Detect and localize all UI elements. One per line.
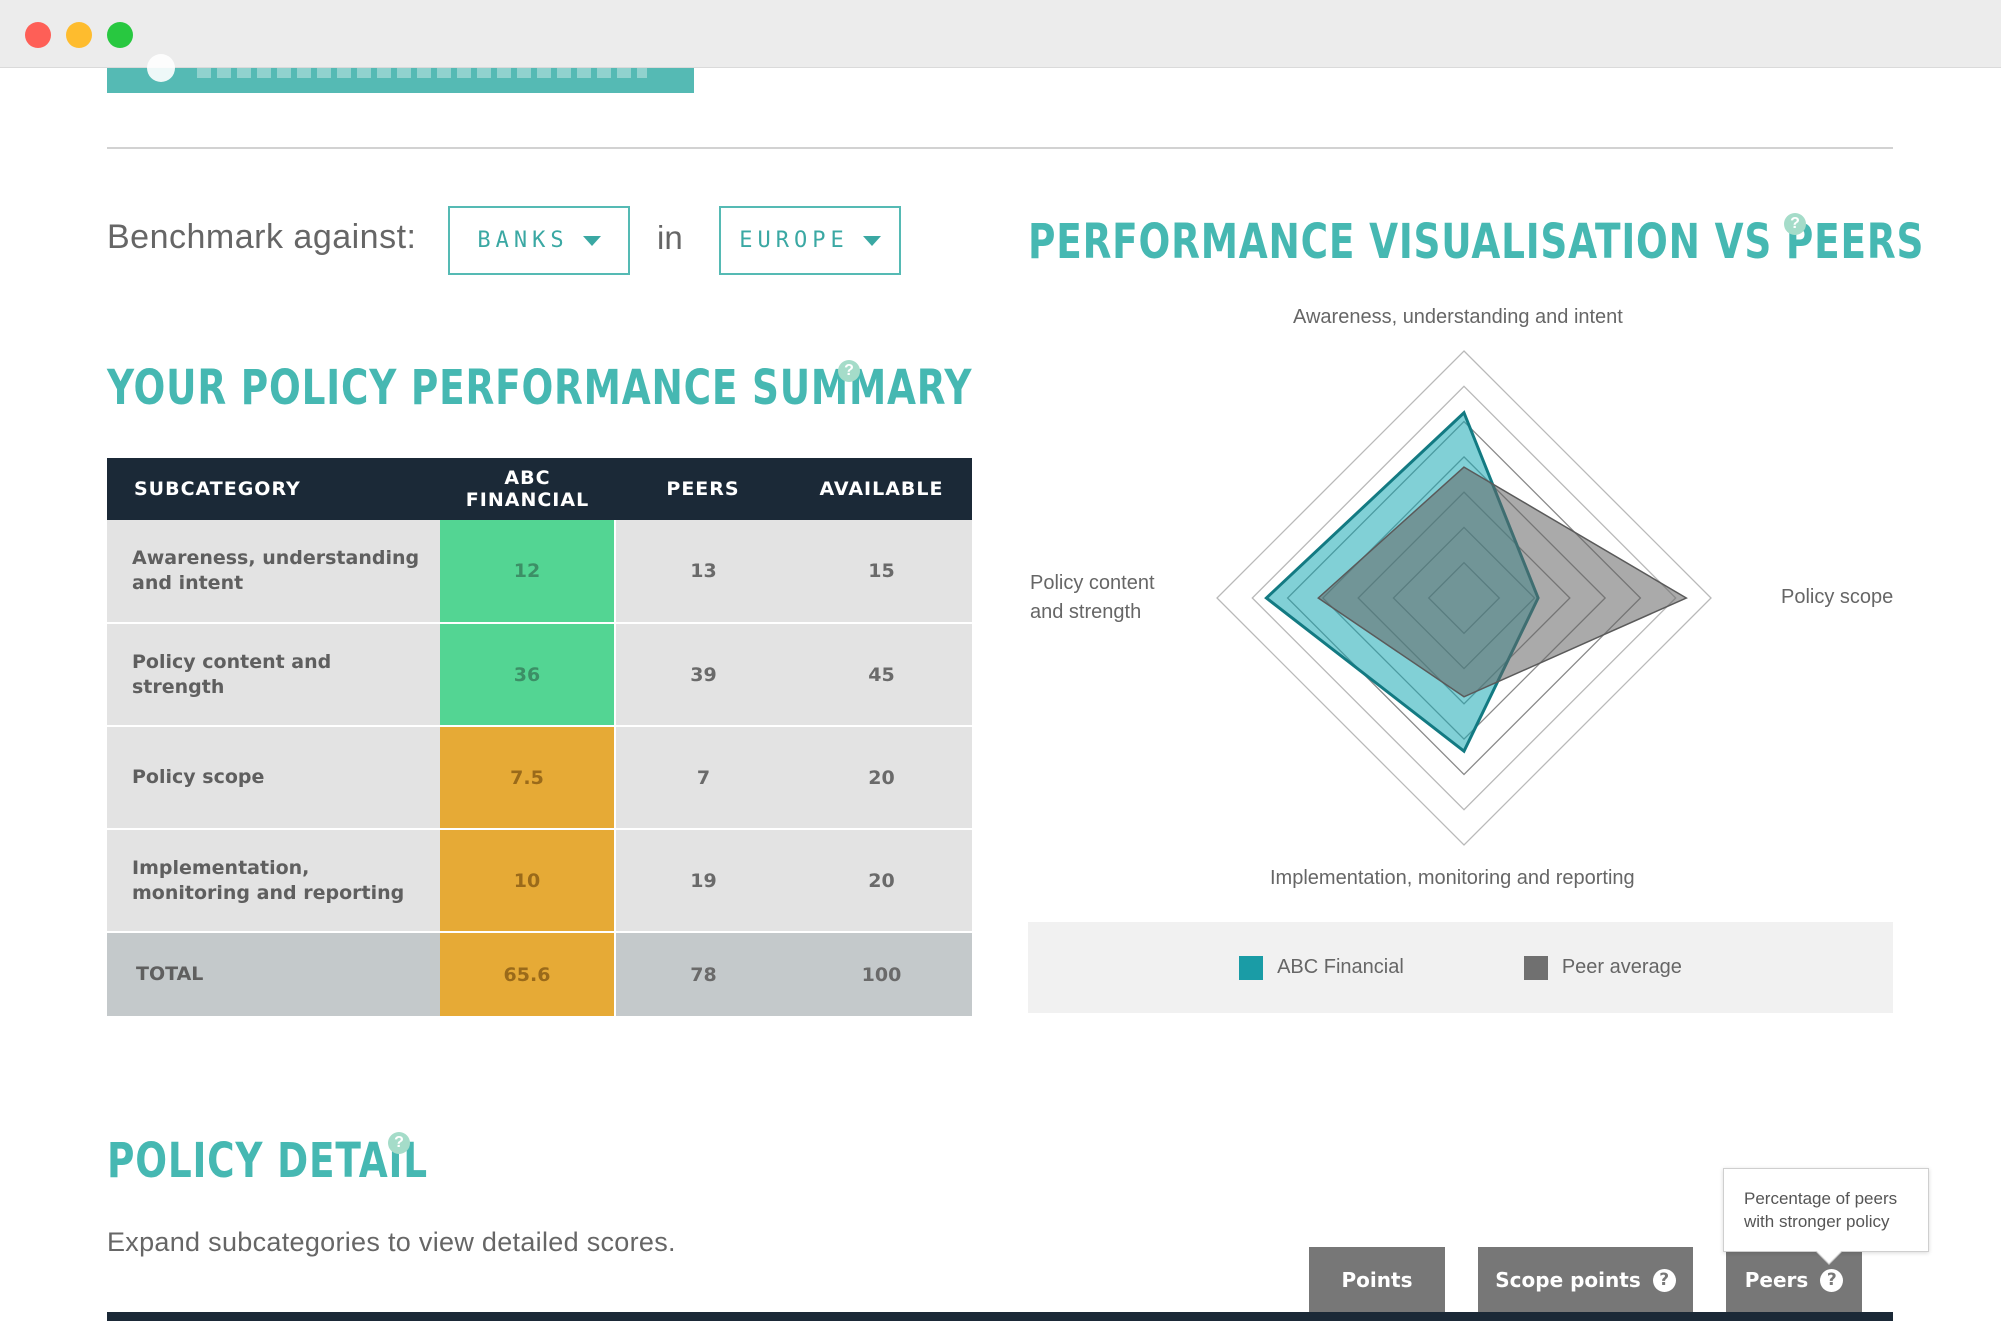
chart-legend: ABC Financial Peer average (1028, 922, 1893, 1013)
tab-peers[interactable]: Peers ? (1726, 1247, 1862, 1313)
help-icon[interactable]: ? (1820, 1268, 1844, 1292)
policy-detail-help-icon[interactable]: ? (388, 1132, 410, 1154)
help-icon[interactable]: ? (1652, 1268, 1676, 1292)
tab-scope-points-label: Scope points (1495, 1268, 1641, 1292)
legend-label-peer: Peer average (1561, 956, 1682, 978)
legend-label-abc: ABC Financial (1277, 956, 1404, 978)
radar-chart (1216, 350, 1712, 846)
tab-scope-points[interactable]: Scope points ? (1478, 1247, 1693, 1313)
tooltip-line2: with stronger policy (1744, 1212, 1890, 1231)
policy-detail-subtitle: Expand subcategories to view detailed sc… (107, 1227, 676, 1257)
legend-swatch-abc (1239, 955, 1264, 980)
legend-swatch-peer (1523, 955, 1548, 980)
peers-tooltip: Percentage of peers with stronger policy (1723, 1168, 1929, 1265)
policy-detail-title: POLICY DETAIL (107, 1133, 428, 1189)
tab-peers-label: Peers (1744, 1268, 1809, 1292)
tab-points[interactable]: Points (1309, 1247, 1445, 1313)
legend-item-peer: Peer average (1523, 955, 1682, 980)
tooltip-line1: Percentage of peers (1744, 1189, 1898, 1208)
legend-item-abc: ABC Financial (1239, 955, 1404, 980)
policy-detail-table-header (107, 1312, 1893, 1321)
tab-points-label: Points (1341, 1268, 1413, 1292)
